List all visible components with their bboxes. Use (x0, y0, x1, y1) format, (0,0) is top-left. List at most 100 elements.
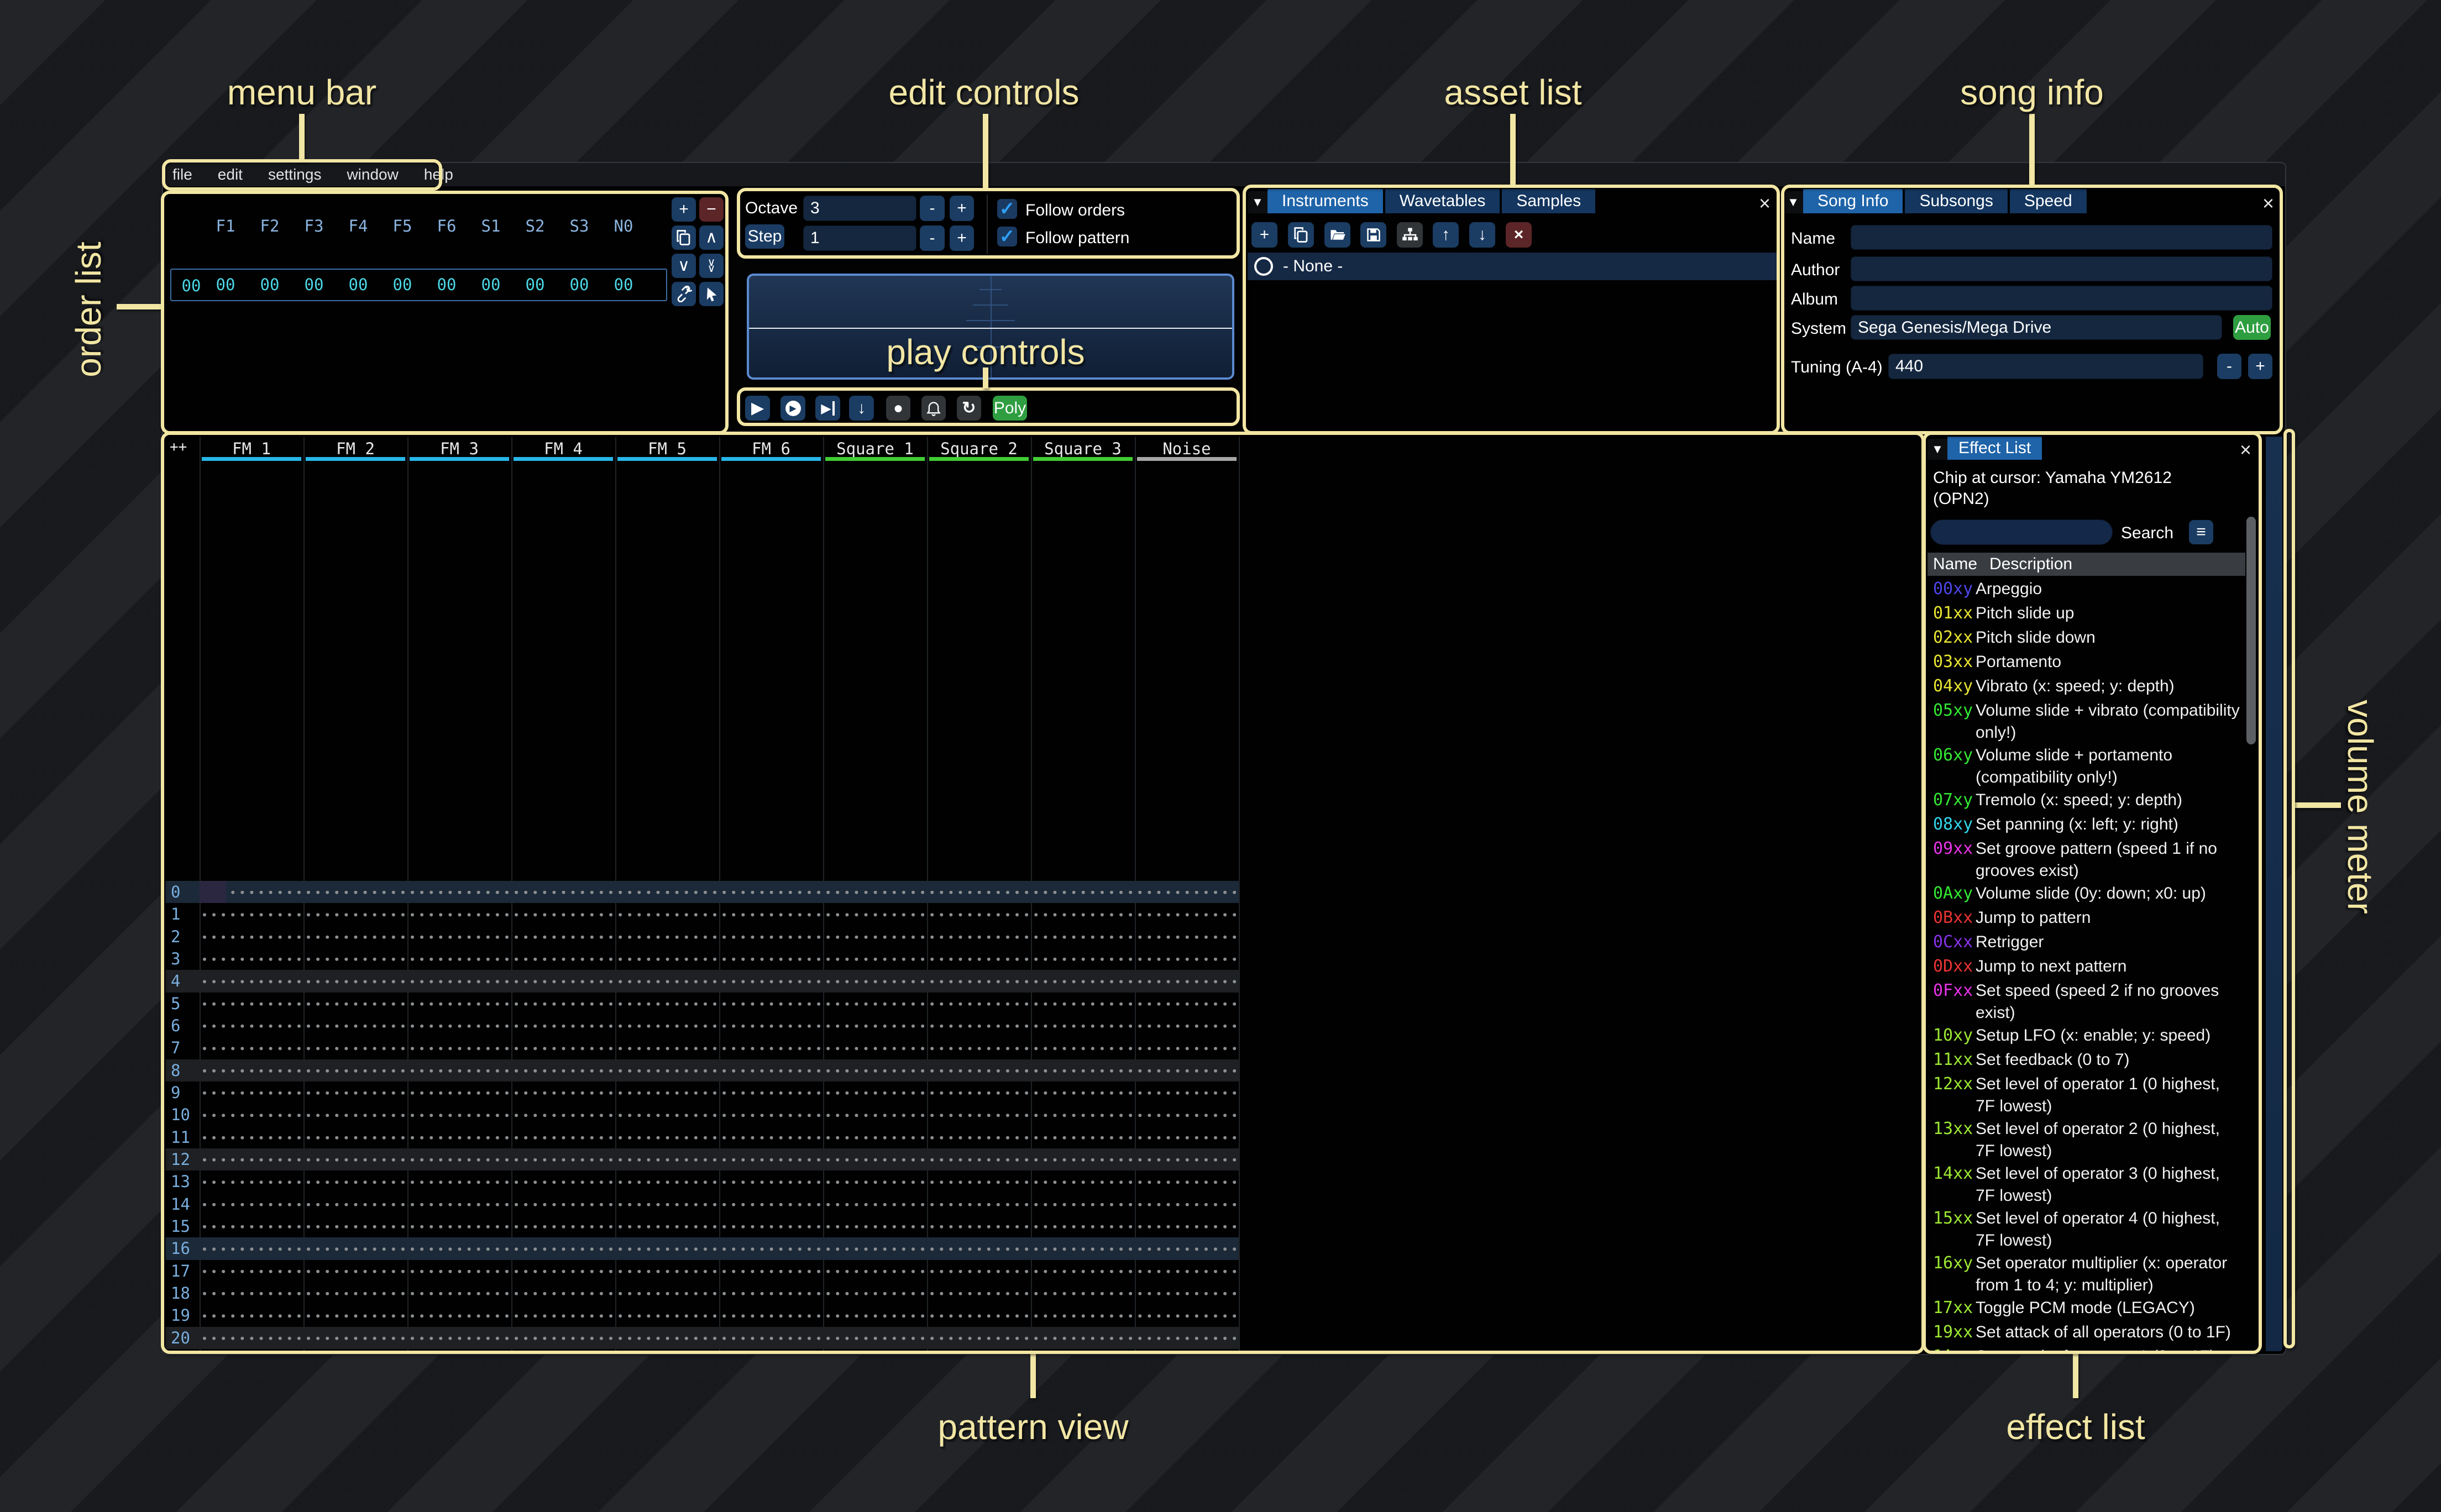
octave-input[interactable] (803, 196, 916, 221)
channel-header[interactable]: Square 2 (927, 439, 1031, 456)
effect-row[interactable]: 0Fxx Set speed (speed 2 if no grooves ex… (1927, 979, 2245, 1024)
menu-item[interactable]: settings (268, 166, 322, 183)
order-cell[interactable]: 00 (380, 275, 425, 294)
order-edit-mode-button[interactable] (699, 282, 724, 306)
menu-item[interactable]: window (347, 166, 398, 183)
effect-row[interactable]: 07xy Tremolo (x: speed; y: depth) (1927, 789, 2245, 813)
order-cell[interactable]: 00 (248, 275, 292, 294)
step-button[interactable]: Step (745, 224, 784, 249)
empty-note-cells[interactable] (200, 1327, 1239, 1349)
step-input[interactable] (803, 225, 916, 251)
effect-row[interactable]: 01xx Pitch slide up (1927, 602, 2245, 626)
order-cell[interactable]: 00 (557, 275, 601, 294)
channel-header[interactable]: FM 6 (719, 439, 823, 456)
empty-note-cells[interactable] (200, 993, 1239, 1015)
song-author-input[interactable] (1851, 256, 2272, 281)
channel-header[interactable]: FM 5 (615, 439, 719, 456)
effect-row[interactable]: 0Bxx Jump to pattern (1927, 906, 2245, 931)
pattern-row[interactable]: 17 (165, 1260, 1239, 1282)
pattern-row[interactable]: 10 (165, 1104, 1239, 1126)
order-cell[interactable]: 00 (469, 275, 513, 294)
order-cell[interactable]: 00 (513, 275, 557, 294)
empty-note-cells[interactable] (200, 1215, 1239, 1237)
empty-note-cells[interactable] (200, 926, 1239, 948)
empty-note-cells[interactable] (200, 1260, 1239, 1282)
empty-note-cells[interactable] (200, 948, 1239, 970)
order-add-button[interactable]: + (672, 197, 696, 222)
pattern-row[interactable]: 4 (165, 970, 1239, 992)
order-deep-clone-button[interactable] (672, 282, 696, 306)
effect-row[interactable]: 08xy Set panning (x: left; y: right) (1927, 813, 2245, 837)
channel-header[interactable]: Square 1 (823, 439, 927, 456)
empty-note-cells[interactable] (200, 903, 1239, 925)
asset-open-button[interactable] (1324, 222, 1350, 248)
pattern-row[interactable]: 5 (165, 993, 1239, 1015)
order-cell[interactable]: 00 (425, 275, 469, 294)
effect-row[interactable]: 15xx Set level of operator 4 (0 highest,… (1927, 1207, 2245, 1252)
channel-header[interactable]: Square 3 (1031, 439, 1135, 456)
channel-header[interactable]: Noise (1135, 439, 1239, 456)
move-cursor-down-button[interactable]: ↓ (849, 396, 874, 421)
step-decrease-button[interactable]: - (920, 225, 945, 251)
pattern-row[interactable]: 3 (165, 948, 1239, 970)
play-pattern-button[interactable]: ▶ (781, 396, 805, 421)
stop-button[interactable]: ● (886, 396, 910, 421)
asset-save-button[interactable] (1360, 222, 1386, 248)
song-album-input[interactable] (1851, 286, 2272, 311)
pattern-row[interactable]: 20 (165, 1327, 1239, 1349)
effect-row[interactable]: 13xx Set level of operator 2 (0 highest,… (1927, 1117, 2245, 1162)
order-move-down-button[interactable]: ∨ (672, 254, 696, 278)
play-button[interactable]: ▶ (745, 396, 770, 421)
pattern-row[interactable]: 12 (165, 1148, 1239, 1170)
effect-row[interactable]: 10xy Setup LFO (x: enable; y: speed) (1927, 1024, 2245, 1048)
effect-list-tab[interactable]: Effect List (1947, 437, 2042, 460)
order-cell[interactable]: 00 (336, 275, 380, 294)
order-cell[interactable]: 00 (292, 275, 336, 294)
empty-note-cells[interactable] (200, 1015, 1239, 1037)
empty-note-cells[interactable] (200, 970, 1239, 992)
effect-row[interactable]: 11xx Set feedback (0 to 7) (1927, 1048, 2245, 1073)
pattern-row[interactable]: 15 (165, 1215, 1239, 1237)
menu-item[interactable]: help (424, 166, 453, 183)
menu-item[interactable]: file (172, 166, 192, 183)
effect-search-input[interactable] (1930, 519, 2113, 545)
channel-expand-corner[interactable]: ++ (170, 439, 187, 455)
effect-row[interactable]: 00xy Arpeggio (1927, 578, 2245, 602)
repeat-pattern-button[interactable]: ↻ (957, 396, 981, 421)
empty-note-cells[interactable] (200, 1170, 1239, 1193)
asset-delete-button[interactable]: × (1506, 222, 1532, 248)
asset-move-down-button[interactable]: ↓ (1469, 222, 1495, 248)
order-remove-button[interactable]: − (699, 197, 724, 222)
tuning-decrease-button[interactable]: - (2217, 354, 2241, 379)
effect-row[interactable]: 06xy Volume slide + portamento (compatib… (1927, 744, 2245, 789)
asset-duplicate-button[interactable] (1288, 222, 1314, 248)
pattern-row[interactable]: 8 (165, 1059, 1239, 1082)
empty-note-cells[interactable] (200, 1059, 1239, 1082)
empty-note-cells[interactable] (200, 1104, 1239, 1126)
effect-row[interactable]: 14xx Set level of operator 3 (0 highest,… (1927, 1162, 2245, 1207)
empty-note-cells[interactable] (200, 1082, 1239, 1104)
close-icon[interactable]: × (2262, 193, 2274, 213)
system-input[interactable] (1851, 315, 2222, 340)
follow-orders-checkbox[interactable]: ✓ (997, 199, 1017, 219)
effect-row[interactable]: 1Axx Set attack of operator 1 (0 to 1F) (1927, 1345, 2245, 1353)
effect-row[interactable]: 03xx Portamento (1927, 650, 2245, 675)
pattern-row[interactable]: 0 (165, 881, 1239, 903)
tuning-input[interactable] (1888, 354, 2203, 379)
song-info-tab[interactable]: Speed (2010, 189, 2087, 213)
effect-row[interactable]: 17xx Toggle PCM mode (LEGACY) (1927, 1296, 2245, 1321)
menu-item[interactable]: edit (218, 166, 243, 183)
effect-row[interactable]: 0Cxx Retrigger (1927, 931, 2245, 955)
effect-row[interactable]: 16xy Set operator multiplier (x: operato… (1927, 1252, 2245, 1296)
empty-note-cells[interactable] (200, 881, 1239, 903)
effect-row[interactable]: 0Dxx Jump to next pattern (1927, 955, 2245, 979)
pattern-row[interactable]: 16 (165, 1237, 1239, 1259)
collapse-button[interactable]: ▼ (1248, 191, 1267, 213)
pattern-row[interactable]: 1 (165, 903, 1239, 925)
octave-decrease-button[interactable]: - (920, 196, 945, 221)
effect-list-scrollbar[interactable] (2246, 517, 2256, 744)
order-duplicate-end-button[interactable]: ∨∨ (699, 254, 724, 278)
channel-header[interactable]: FM 4 (511, 439, 615, 456)
empty-note-cells[interactable] (200, 1193, 1239, 1215)
effect-row[interactable]: 0Axy Volume slide (0y: down; x0: up) (1927, 882, 2245, 906)
